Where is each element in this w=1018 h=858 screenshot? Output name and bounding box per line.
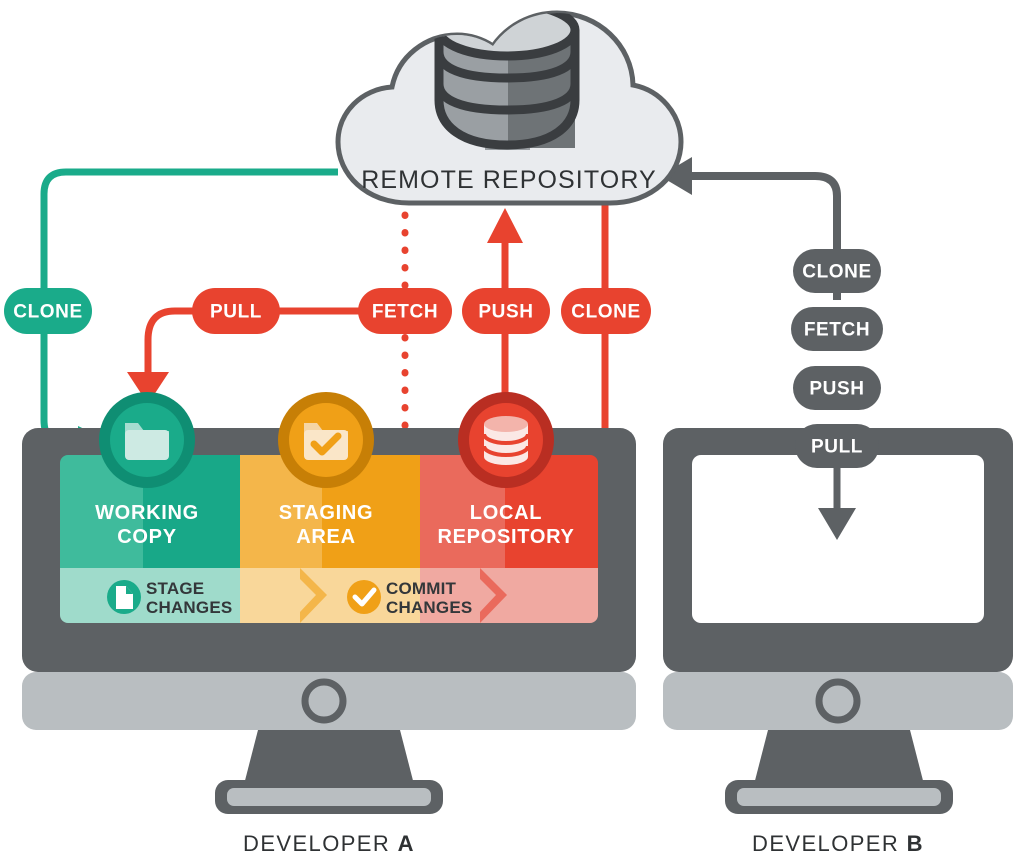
- pill-fetch[interactable]: FETCH: [358, 288, 452, 334]
- title-local-repository-line2: REPOSITORY: [437, 526, 574, 548]
- pill-clone-green-label: CLONE: [13, 302, 83, 323]
- working-copy-icon-badge[interactable]: [99, 392, 195, 488]
- stage-changes-line2: CHANGES: [146, 598, 232, 617]
- pill-pull-b[interactable]: PULL: [795, 424, 879, 468]
- database-stack-icon: [434, 13, 580, 150]
- cloud-label: REMOTE REPOSITORY: [361, 166, 657, 194]
- title-working-copy-line2: COPY: [117, 526, 176, 548]
- pill-push-b-label: PUSH: [809, 379, 864, 400]
- monitor-a-stand-base-inner: [227, 788, 431, 806]
- pill-clone-b[interactable]: CLONE: [793, 249, 881, 293]
- local-repository-icon-badge[interactable]: [458, 392, 554, 488]
- title-staging-area-line1: STAGING: [279, 502, 374, 524]
- pill-pull-b-label: PULL: [811, 437, 863, 458]
- stage-changes-line1: STAGE: [146, 579, 204, 598]
- fetch-dotted-arrow: [401, 211, 462, 464]
- developer-a-monitor: WORKING COPY STAGING AREA LOCAL REPOSITO…: [22, 428, 636, 856]
- developer-b-caption-letter: B: [907, 831, 924, 856]
- pill-push-b[interactable]: PUSH: [793, 366, 881, 410]
- database-icon: [482, 416, 530, 465]
- diagram-canvas: REMOTE REPOSITORY WORKING COPY STAGING A…: [4, 4, 1013, 856]
- title-working-copy-line1: WORKING: [95, 502, 199, 524]
- developer-a-caption: DEVELOPER A: [243, 831, 415, 856]
- commit-changes-line1: COMMIT: [386, 579, 457, 598]
- developer-a-caption-letter: A: [398, 831, 415, 856]
- pill-fetch-b[interactable]: FETCH: [791, 307, 883, 351]
- developer-b-caption: DEVELOPER B: [752, 831, 924, 856]
- pill-pull[interactable]: PULL: [192, 288, 280, 334]
- pill-clone-b-label: CLONE: [802, 262, 872, 283]
- pill-fetch-b-label: FETCH: [804, 320, 870, 341]
- developer-a-caption-prefix: DEVELOPER: [243, 831, 398, 856]
- pill-clone-red[interactable]: CLONE: [561, 288, 651, 334]
- staging-area-icon-badge[interactable]: [278, 392, 374, 488]
- pull-arrow: [127, 307, 200, 404]
- pill-clone-green[interactable]: CLONE: [4, 288, 92, 334]
- pill-push-label: PUSH: [478, 302, 533, 323]
- commit-changes-line2: CHANGES: [386, 598, 472, 617]
- action-commit-changes[interactable]: COMMIT CHANGES: [347, 579, 472, 617]
- pill-push[interactable]: PUSH: [462, 288, 550, 334]
- developer-b-caption-prefix: DEVELOPER: [752, 831, 907, 856]
- title-local-repository-line1: LOCAL: [470, 502, 542, 524]
- remote-repository-cloud[interactable]: REMOTE REPOSITORY: [335, 4, 684, 206]
- title-staging-area-line2: AREA: [296, 526, 355, 548]
- pill-pull-label: PULL: [210, 302, 262, 323]
- check-circle-icon: [347, 580, 381, 614]
- pill-clone-red-label: CLONE: [571, 302, 641, 323]
- monitor-b-stand-base-inner: [737, 788, 941, 806]
- pill-fetch-label: FETCH: [372, 302, 438, 323]
- git-workflow-diagram: REMOTE REPOSITORY WORKING COPY STAGING A…: [0, 0, 1018, 858]
